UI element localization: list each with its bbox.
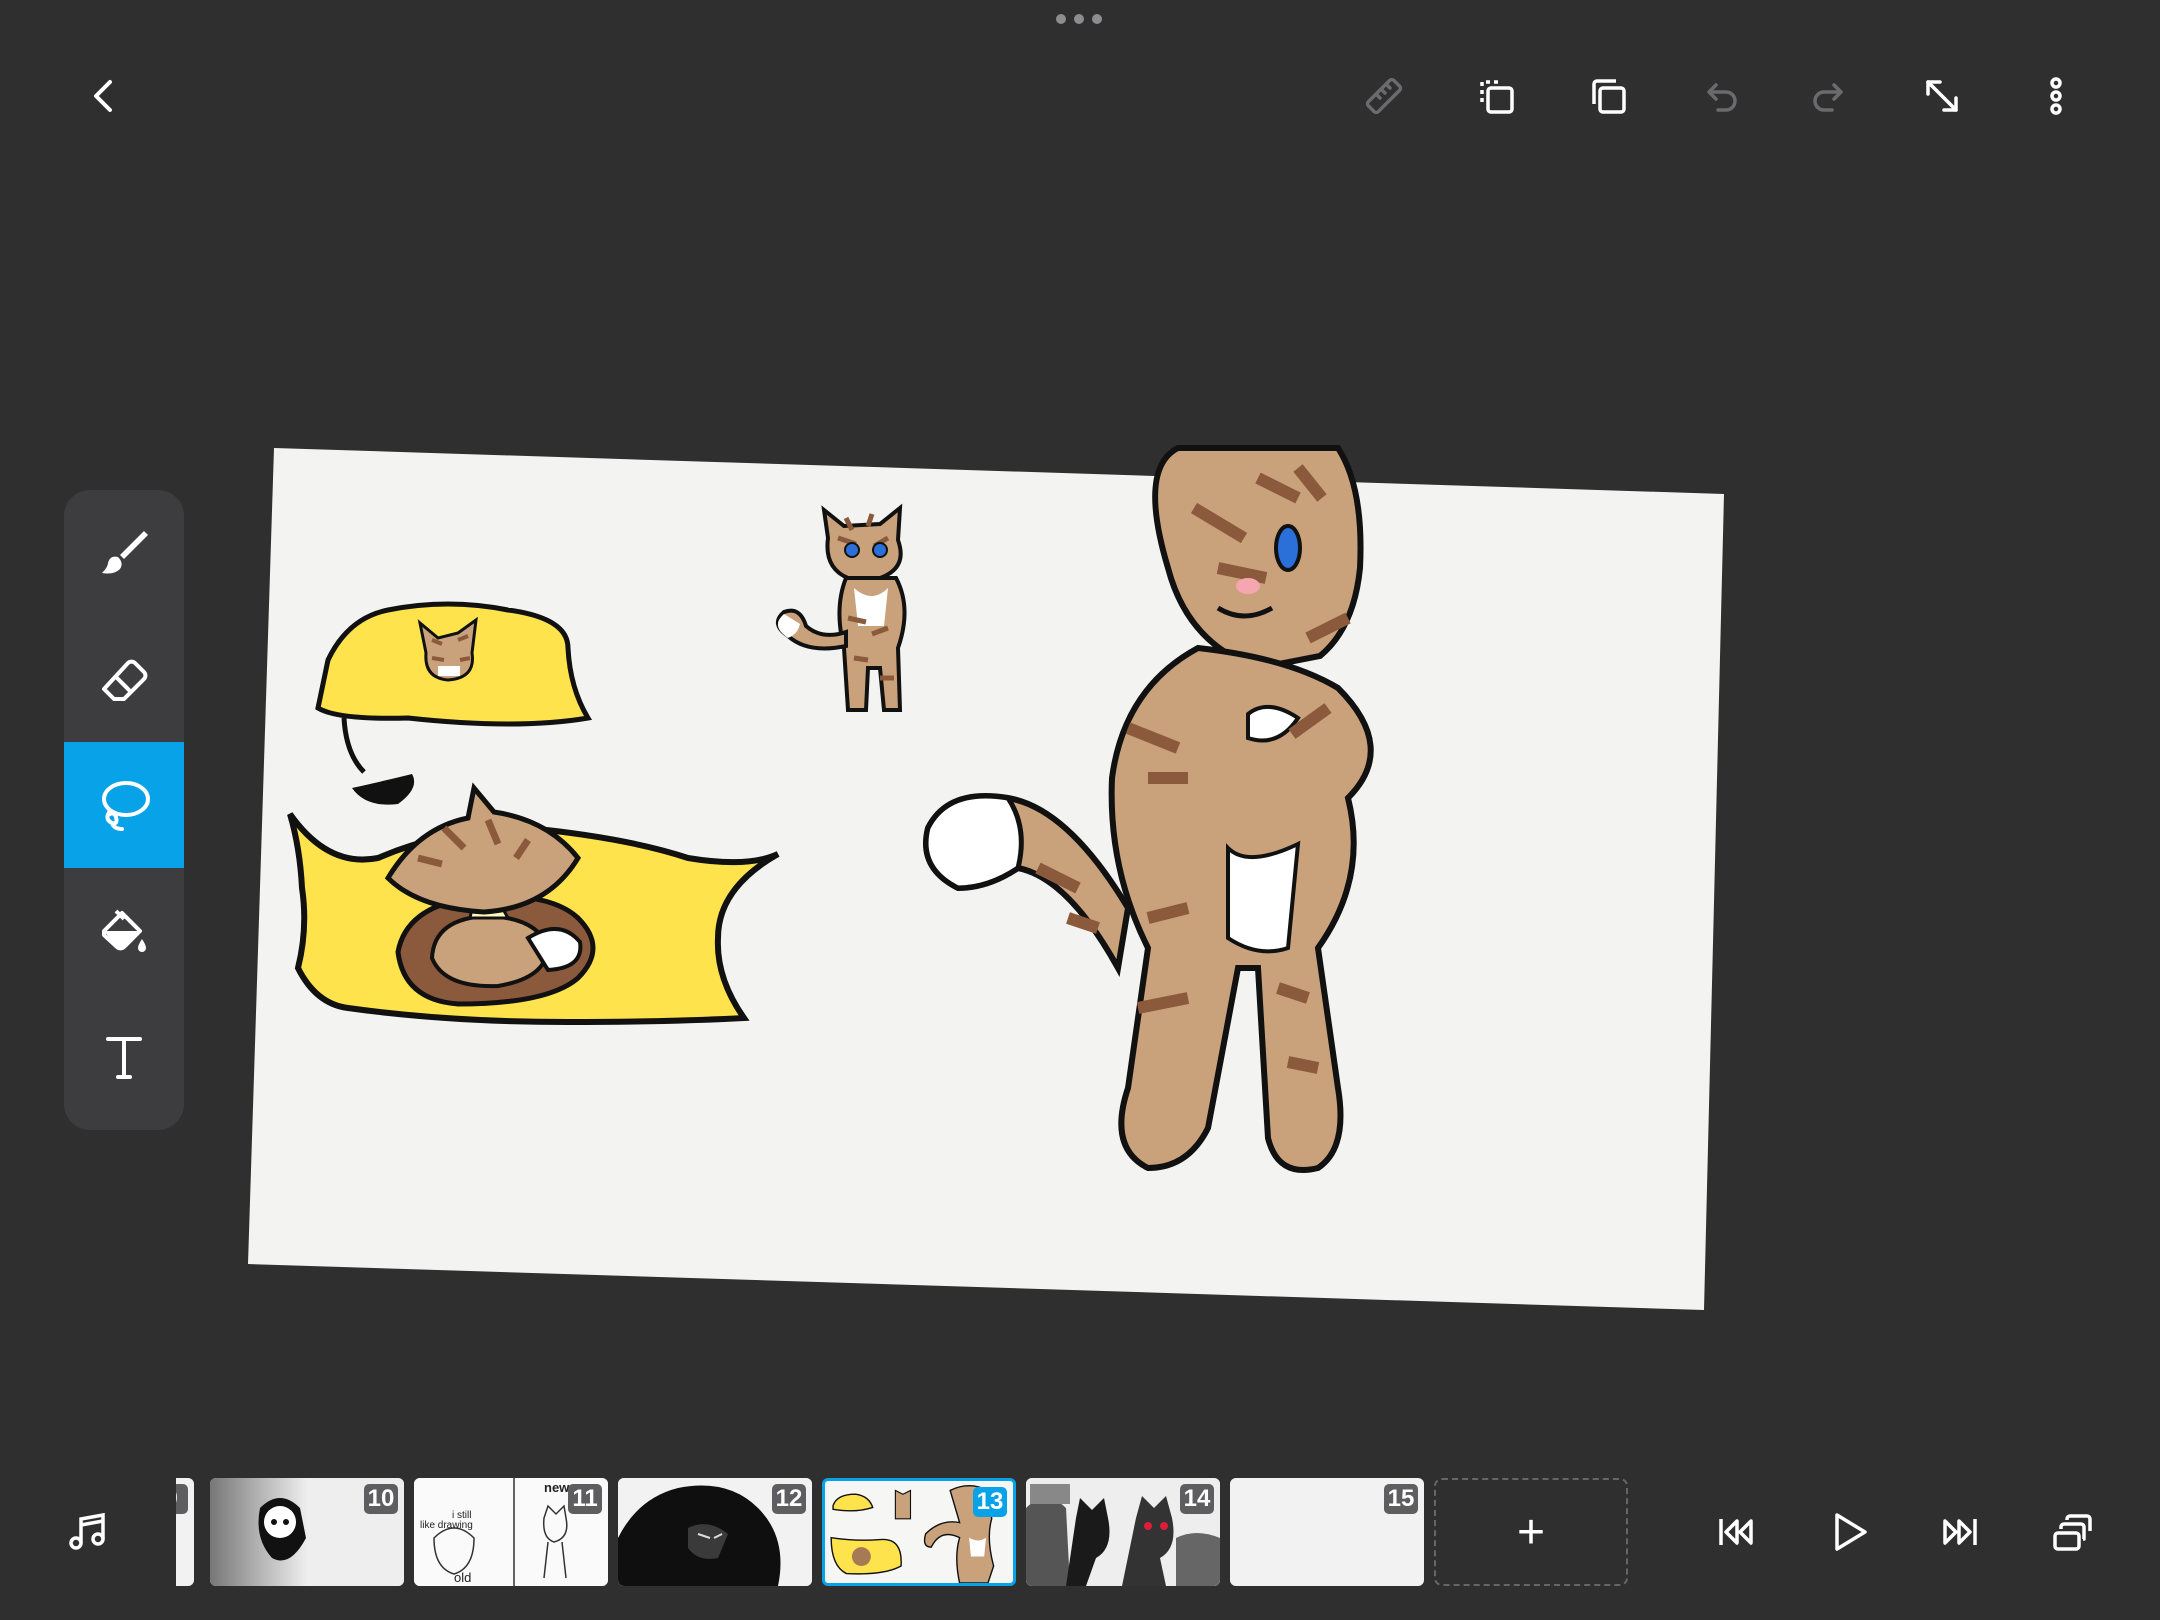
play-icon — [1835, 1513, 1867, 1551]
pillow-small — [315, 601, 593, 727]
undo-icon — [1707, 83, 1737, 112]
duplicate-icon — [1592, 79, 1626, 114]
ruler-icon — [1365, 77, 1403, 115]
more-vertical-icon — [2050, 77, 2062, 115]
brush-icon — [102, 531, 148, 574]
frame-thumbnail-11[interactable]: new i still like drawing old 11 — [414, 1478, 608, 1586]
more-button[interactable] — [2024, 64, 2088, 128]
plus-icon: + — [1516, 1505, 1546, 1559]
copy-button[interactable] — [1464, 64, 1528, 128]
fill-bucket-icon — [102, 909, 146, 952]
frame-11-text-like-drawing: like drawing — [420, 1520, 473, 1531]
layers-button[interactable] — [2040, 1500, 2104, 1564]
tool-lasso[interactable] — [64, 742, 184, 868]
redo-button[interactable] — [1798, 64, 1862, 128]
frame-thumbnail-9[interactable]: 9 — [176, 1478, 194, 1586]
timeline: 9 10 new i still like drawing old 11 — [176, 1476, 1636, 1590]
resize-icon — [1926, 80, 1958, 112]
redo-icon — [1813, 83, 1843, 112]
frame-thumbnail-15[interactable]: 15 — [1230, 1478, 1424, 1586]
window-grabber[interactable] — [1056, 14, 1104, 26]
add-frame-button[interactable]: + — [1434, 1478, 1628, 1586]
tool-panel — [64, 490, 184, 1130]
frame-number: 10 — [364, 1484, 398, 1514]
frame-thumbnail-10[interactable]: 10 — [210, 1478, 404, 1586]
play-button[interactable] — [1816, 1500, 1880, 1564]
frame-number: 13 — [973, 1487, 1007, 1517]
skip-back-icon — [1719, 1519, 1753, 1545]
lasso-icon — [102, 781, 150, 831]
resize-button[interactable] — [1910, 64, 1974, 128]
tool-fill[interactable] — [64, 868, 184, 994]
drawing-canvas[interactable] — [248, 445, 1724, 1310]
frame-thumbnail-12[interactable]: 12 — [618, 1478, 812, 1586]
frame-number: 12 — [772, 1484, 806, 1514]
frame-thumbnail-14[interactable]: 14 — [1026, 1478, 1220, 1586]
skip-to-start-button[interactable] — [1704, 1500, 1768, 1564]
frame-11-text-old: old — [454, 1570, 471, 1585]
frame-thumbnail-13[interactable]: 13 — [822, 1478, 1016, 1586]
tool-brush[interactable] — [64, 490, 184, 616]
chevron-left-icon — [94, 80, 112, 112]
music-note-icon — [69, 1512, 105, 1550]
tool-eraser[interactable] — [64, 616, 184, 742]
music-button[interactable] — [56, 1500, 120, 1564]
text-icon — [106, 1037, 142, 1079]
skip-forward-icon — [1943, 1519, 1977, 1545]
frame-number: 11 — [568, 1484, 602, 1514]
undo-button[interactable] — [1688, 64, 1752, 128]
eraser-icon — [102, 659, 148, 701]
artwork — [248, 445, 1724, 1310]
copy-icon — [1480, 80, 1514, 114]
skip-to-end-button[interactable] — [1928, 1500, 1992, 1564]
frame-number: 9 — [176, 1484, 188, 1514]
tool-text[interactable] — [64, 994, 184, 1120]
ruler-button[interactable] — [1352, 64, 1416, 128]
layers-icon — [2053, 1514, 2092, 1551]
frame-number: 15 — [1384, 1484, 1418, 1514]
frame-number: 14 — [1180, 1484, 1214, 1514]
back-button[interactable] — [72, 64, 136, 128]
duplicate-button[interactable] — [1576, 64, 1640, 128]
frame-11-text-new: new — [544, 1480, 570, 1495]
